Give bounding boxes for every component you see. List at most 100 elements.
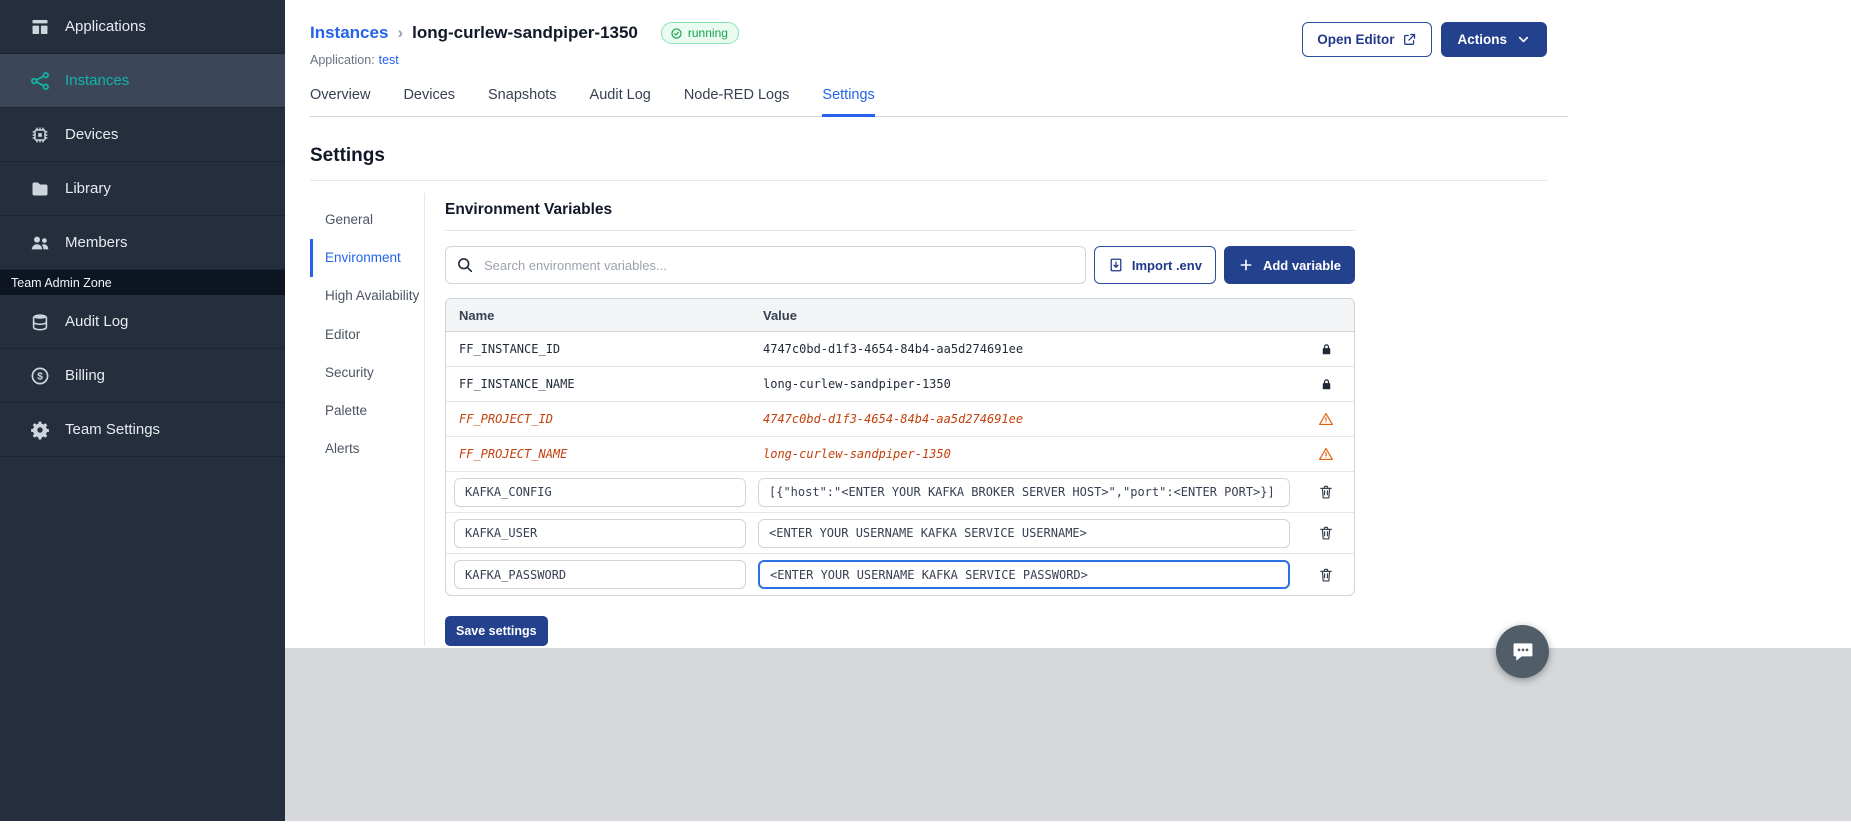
instances-icon — [30, 71, 50, 91]
audit-log-icon — [30, 312, 50, 332]
lock-icon — [1319, 377, 1334, 392]
sidebar-item-applications[interactable]: Applications — [0, 0, 285, 54]
open-editor-button[interactable]: Open Editor — [1302, 22, 1433, 57]
sidebar-item-audit-log[interactable]: Audit Log — [0, 295, 285, 349]
search-icon — [456, 256, 474, 274]
add-variable-label: Add variable — [1262, 257, 1341, 273]
applications-icon — [30, 17, 50, 37]
sidebar-item-members[interactable]: Members — [0, 216, 285, 270]
settings-nav-high-availability[interactable]: High Availability — [310, 277, 424, 315]
devices-icon — [30, 125, 50, 145]
search-box — [445, 246, 1086, 284]
svg-text:$: $ — [37, 370, 43, 382]
warning-icon — [1318, 411, 1334, 427]
sidebar-item-label: Audit Log — [65, 313, 129, 330]
tab-overview[interactable]: Overview — [310, 87, 370, 117]
sidebar-item-label: Team Settings — [65, 421, 161, 438]
environment-panel: Environment Variables Import .env — [425, 193, 1357, 646]
import-icon — [1108, 257, 1124, 273]
env-var-name: FF_INSTANCE_NAME — [459, 377, 575, 391]
actions-button[interactable]: Actions — [1441, 22, 1547, 57]
sidebar-section-team-admin-zone: Team Admin Zone — [0, 270, 285, 295]
env-var-value: long-curlew-sandpiper-1350 — [763, 447, 951, 461]
env-var-name-input[interactable] — [454, 560, 746, 589]
warning-icon — [1318, 446, 1334, 462]
settings-nav-editor[interactable]: Editor — [310, 316, 424, 354]
env-var-row-kafka-user — [446, 513, 1354, 554]
breadcrumb-separator: › — [397, 23, 404, 42]
save-settings-button[interactable]: Save settings — [445, 616, 548, 646]
settings-nav-palette[interactable]: Palette — [310, 392, 424, 430]
env-var-name-input[interactable] — [454, 518, 746, 548]
env-var-row-ff-project-id: FF_PROJECT_ID 4747c0bd-d1f3-4654-84b4-aa… — [446, 402, 1354, 437]
tab-devices[interactable]: Devices — [403, 87, 455, 117]
env-var-row-ff-instance-id: FF_INSTANCE_ID 4747c0bd-d1f3-4654-84b4-a… — [446, 332, 1354, 367]
delete-variable-button[interactable] — [1318, 525, 1334, 541]
billing-icon: $ — [30, 366, 50, 386]
env-var-value: 4747c0bd-d1f3-4654-84b4-aa5d274691ee — [763, 412, 1024, 426]
library-icon — [30, 179, 50, 199]
env-var-row-kafka-config — [446, 472, 1354, 513]
lock-icon — [1319, 342, 1334, 357]
env-var-table: Name Value FF_INSTANCE_ID 4747c0bd-d1f3-… — [445, 298, 1355, 596]
trash-icon — [1318, 484, 1334, 500]
bottom-strip — [0, 821, 1851, 826]
tab-audit-log[interactable]: Audit Log — [590, 87, 651, 117]
env-var-value-input[interactable] — [758, 518, 1290, 548]
status-label: running — [687, 26, 728, 40]
plus-icon — [1238, 257, 1254, 273]
import-env-button[interactable]: Import .env — [1093, 246, 1216, 284]
settings-heading: Settings — [310, 145, 385, 166]
sidebar-item-library[interactable]: Library — [0, 162, 285, 216]
delete-variable-button[interactable] — [1318, 484, 1334, 500]
env-var-value: long-curlew-sandpiper-1350 — [763, 377, 951, 391]
breadcrumb: Instances › long-curlew-sandpiper-1350 r… — [310, 22, 739, 44]
settings-nav-alerts[interactable]: Alerts — [310, 430, 424, 468]
settings-nav-general[interactable]: General — [310, 201, 424, 239]
breadcrumb-instances-link[interactable]: Instances — [310, 23, 388, 43]
page-footer — [285, 648, 1851, 821]
env-var-name-input[interactable] — [454, 477, 746, 507]
column-header-name: Name — [459, 307, 495, 323]
actions-label: Actions — [1457, 32, 1507, 47]
env-vars-divider — [445, 230, 1355, 231]
tab-settings[interactable]: Settings — [822, 87, 875, 117]
settings-nav-environment[interactable]: Environment — [310, 239, 424, 278]
application-row: Application: test — [310, 53, 739, 67]
page-header: Instances › long-curlew-sandpiper-1350 r… — [310, 22, 1547, 67]
env-var-value-input-focused[interactable] — [758, 560, 1290, 589]
application-link[interactable]: test — [379, 53, 399, 67]
chat-widget-button[interactable] — [1496, 625, 1549, 678]
env-var-value-input[interactable] — [758, 477, 1290, 507]
settings-nav-security[interactable]: Security — [310, 354, 424, 392]
sidebar-item-billing[interactable]: $ Billing — [0, 349, 285, 403]
delete-variable-button[interactable] — [1318, 567, 1334, 583]
search-input[interactable] — [445, 246, 1086, 284]
env-vars-heading: Environment Variables — [445, 201, 613, 218]
env-var-row-ff-project-name: FF_PROJECT_NAME long-curlew-sandpiper-13… — [446, 437, 1354, 472]
members-icon — [30, 233, 50, 253]
sidebar-item-label: Devices — [65, 126, 119, 143]
tab-snapshots[interactable]: Snapshots — [488, 87, 557, 117]
sidebar-item-label: Billing — [65, 367, 106, 384]
import-env-label: Import .env — [1131, 257, 1202, 273]
chat-icon — [1510, 639, 1536, 665]
env-var-name: FF_INSTANCE_ID — [459, 342, 561, 356]
sidebar-item-team-settings[interactable]: Team Settings — [0, 403, 285, 457]
env-table-header: Name Value — [446, 299, 1354, 332]
page-title: long-curlew-sandpiper-1350 — [412, 23, 638, 42]
main-content: Instances › long-curlew-sandpiper-1350 r… — [285, 0, 1851, 648]
external-link-icon — [1402, 32, 1417, 47]
chevron-down-icon — [1516, 32, 1531, 47]
env-var-value: 4747c0bd-d1f3-4654-84b4-aa5d274691ee — [763, 342, 1024, 356]
trash-icon — [1318, 525, 1334, 541]
running-status-icon — [670, 27, 683, 40]
application-label: Application: — [310, 53, 375, 67]
tab-node-red-logs[interactable]: Node-RED Logs — [684, 87, 790, 117]
add-variable-button[interactable]: Add variable — [1223, 246, 1355, 284]
header-actions: Open Editor Actions — [1302, 22, 1547, 57]
column-header-value: Value — [763, 307, 797, 323]
sidebar-item-instances[interactable]: Instances — [0, 54, 285, 108]
sidebar-item-label: Applications — [65, 18, 146, 35]
sidebar-item-devices[interactable]: Devices — [0, 108, 285, 162]
